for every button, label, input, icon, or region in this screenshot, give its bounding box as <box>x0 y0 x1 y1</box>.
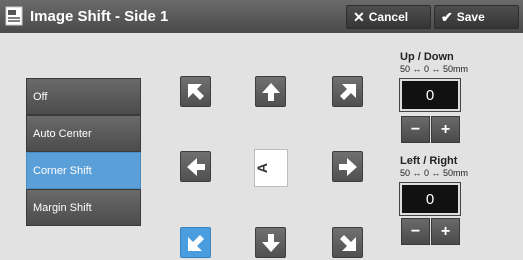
option-label: Margin Shift <box>33 201 92 214</box>
arrow-down-right-icon <box>339 234 356 251</box>
up-down-increase-button[interactable]: + <box>431 116 460 143</box>
shift-up-button[interactable] <box>255 76 286 107</box>
shift-down-button[interactable] <box>255 227 286 258</box>
cancel-button[interactable]: ✕ Cancel <box>346 5 431 29</box>
arrow-left-icon <box>186 157 205 176</box>
document-icon <box>5 6 23 26</box>
option-auto-center[interactable]: Auto Center <box>26 115 141 152</box>
option-margin-shift[interactable]: Margin Shift <box>26 189 141 226</box>
up-down-range: 50 ↔ 0 ↔ 50mm <box>400 64 469 74</box>
arrow-down-left-icon <box>187 234 204 251</box>
up-down-label: Up / Down <box>400 51 454 63</box>
left-right-label: Left / Right <box>400 155 458 167</box>
checkmark-icon: ✔ <box>441 8 453 25</box>
arrow-up-icon <box>261 82 280 101</box>
save-label: Save <box>456 10 485 24</box>
title-bar: Image Shift - Side 1 ✕ Cancel ✔ Save <box>0 0 523 33</box>
option-label: Corner Shift <box>33 164 92 177</box>
left-right-decrease-button[interactable]: − <box>401 218 430 245</box>
page-orientation-glyph: A <box>254 162 271 174</box>
page-preview: A <box>254 149 288 187</box>
arrow-down-icon <box>261 233 280 252</box>
up-down-value-field[interactable]: 0 <box>399 78 461 112</box>
option-label: Off <box>33 90 48 103</box>
arrow-right-icon <box>338 157 357 176</box>
arrow-up-left-icon <box>187 83 204 100</box>
arrow-up-right-icon <box>339 83 356 100</box>
left-right-range: 50 ↔ 0 ↔ 50mm <box>400 168 469 178</box>
shift-up-right-button[interactable] <box>332 76 363 107</box>
cancel-label: Cancel <box>368 10 409 24</box>
option-off[interactable]: Off <box>26 78 141 115</box>
shift-right-button[interactable] <box>332 151 363 182</box>
shift-left-button[interactable] <box>180 151 211 182</box>
option-label: Auto Center <box>33 127 92 140</box>
shift-down-right-button[interactable] <box>332 227 363 258</box>
close-icon: ✕ <box>353 8 365 25</box>
left-right-increase-button[interactable]: + <box>431 218 460 245</box>
shift-down-left-button[interactable] <box>180 227 211 258</box>
up-down-decrease-button[interactable]: − <box>401 116 430 143</box>
save-button[interactable]: ✔ Save <box>434 5 519 29</box>
left-right-value-field[interactable]: 0 <box>399 182 461 216</box>
option-corner-shift[interactable]: Corner Shift <box>26 152 141 189</box>
page-title: Image Shift - Side 1 <box>30 8 169 25</box>
shift-up-left-button[interactable] <box>180 76 211 107</box>
